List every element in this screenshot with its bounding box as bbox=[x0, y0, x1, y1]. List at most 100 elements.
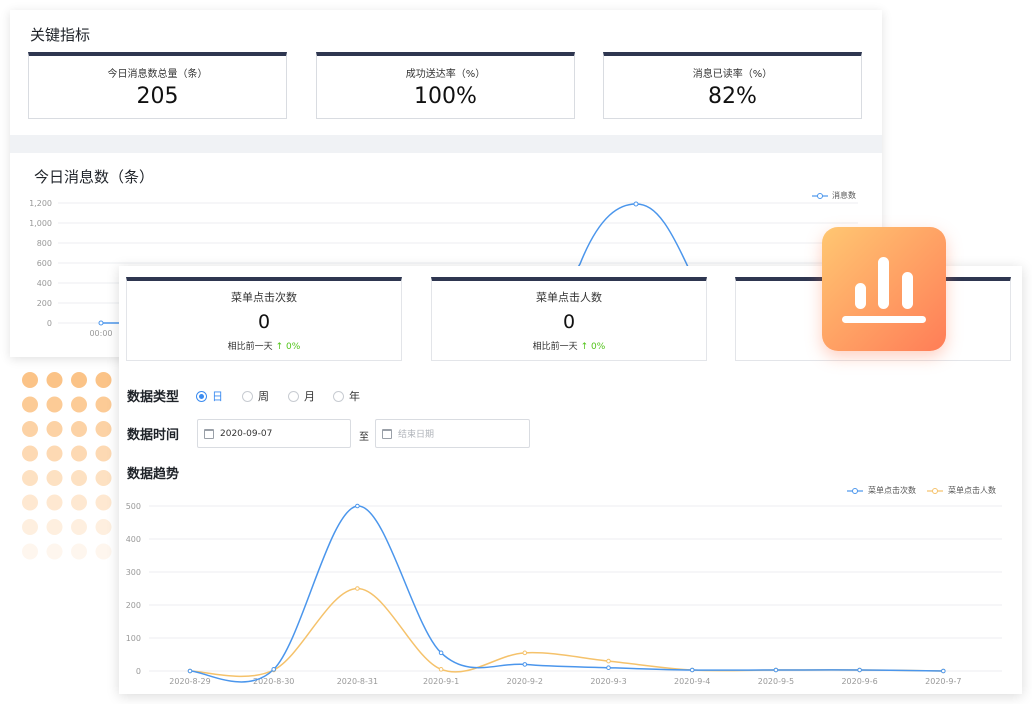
dot bbox=[46, 543, 63, 560]
calendar-icon bbox=[204, 428, 214, 439]
dot bbox=[46, 470, 63, 486]
section-title: 关键指标 bbox=[30, 26, 91, 44]
data-point bbox=[522, 650, 528, 656]
data-point bbox=[857, 667, 862, 673]
dot bbox=[22, 543, 38, 560]
dot bbox=[22, 372, 38, 388]
data-point bbox=[941, 668, 946, 674]
card-label: 菜单点击人数 bbox=[536, 291, 602, 304]
dot bbox=[46, 445, 63, 462]
dot bbox=[46, 519, 63, 535]
data-point bbox=[355, 586, 360, 591]
radio-month[interactable]: 月 bbox=[288, 388, 315, 404]
x-tick-label: 2020-9-3 bbox=[590, 677, 626, 686]
kpi-label: 今日消息数总量（条） bbox=[107, 69, 208, 80]
kpi-section: 关键指标 今日消息数总量（条） 205 成功送达率（%） 100% 消息已读率（… bbox=[10, 10, 882, 135]
compare-value: ↑ 0% bbox=[275, 342, 301, 352]
dot bbox=[71, 519, 87, 535]
card-value: 0 bbox=[257, 311, 271, 333]
data-point bbox=[438, 650, 444, 656]
x-tick-label: 2020-9-1 bbox=[423, 677, 459, 686]
compare-label: 相比前一天 bbox=[227, 342, 273, 352]
start-date-value: 2020-09-07 bbox=[220, 428, 273, 439]
data-point bbox=[187, 668, 193, 674]
data-type-label: 数据类型 bbox=[127, 390, 180, 405]
dot bbox=[71, 470, 87, 486]
data-point bbox=[98, 320, 104, 326]
data-time-label: 数据时间 bbox=[127, 428, 180, 443]
section-divider bbox=[10, 135, 882, 153]
y-tick-label: 1,000 bbox=[29, 219, 52, 228]
radio-day[interactable]: 日 bbox=[196, 388, 223, 404]
dot bbox=[95, 396, 112, 413]
dot bbox=[71, 372, 87, 388]
card-label: 菜单点击次数 bbox=[231, 291, 297, 304]
data-point bbox=[271, 667, 277, 672]
card-compare: 相比前一天 ↑ 0% bbox=[127, 339, 401, 352]
x-tick-label: 2020-8-31 bbox=[337, 677, 378, 686]
card-value: 0 bbox=[562, 311, 576, 333]
dot bbox=[46, 421, 63, 437]
radio-dot bbox=[288, 390, 299, 402]
dot bbox=[95, 543, 112, 560]
y-tick-label: 200 bbox=[37, 299, 52, 308]
dot bbox=[22, 470, 38, 486]
x-tick-label: 2020-9-7 bbox=[925, 677, 961, 686]
x-tick-label: 2020-9-2 bbox=[507, 677, 543, 686]
compare-label: 相比前一天 bbox=[532, 342, 578, 352]
end-date-input[interactable]: 结束日期 bbox=[375, 419, 530, 448]
radio-year[interactable]: 年 bbox=[333, 388, 360, 404]
radio-label: 月 bbox=[304, 390, 315, 403]
dot bbox=[95, 445, 112, 462]
dot bbox=[95, 519, 112, 535]
data-point bbox=[773, 667, 779, 673]
calendar-icon bbox=[382, 428, 392, 439]
x-tick-label: 00:00 bbox=[89, 329, 112, 338]
kpi-card-delivery-rate: 成功送达率（%） 100% bbox=[316, 52, 575, 119]
data-point bbox=[606, 665, 611, 670]
card-compare: 相比前一天 ↑ 0% bbox=[432, 339, 706, 352]
kpi-label: 消息已读率（%） bbox=[692, 69, 773, 80]
radio-week[interactable]: 周 bbox=[242, 388, 269, 404]
y-tick-label: 0 bbox=[47, 319, 52, 328]
chart-app-icon bbox=[822, 227, 946, 351]
radio-label: 周 bbox=[258, 390, 269, 403]
dot bbox=[95, 421, 112, 437]
dot bbox=[95, 372, 112, 388]
y-tick-label: 400 bbox=[126, 535, 141, 544]
y-tick-label: 200 bbox=[126, 601, 141, 610]
trend-line-chart: 01002003004005002020-8-29 2020-8-30 2020-8… bbox=[126, 502, 1002, 686]
x-tick-label: 2020-9-5 bbox=[758, 677, 794, 686]
dot bbox=[22, 421, 38, 437]
end-date-placeholder: 结束日期 bbox=[398, 430, 435, 440]
kpi-value: 82% bbox=[708, 84, 757, 109]
chart-title: 今日消息数（条） bbox=[34, 168, 155, 186]
dot bbox=[22, 396, 38, 413]
dot bbox=[22, 519, 38, 535]
x-tick-label: 2020-9-4 bbox=[674, 677, 710, 686]
data-point bbox=[606, 658, 611, 664]
y-tick-label: 500 bbox=[126, 502, 141, 511]
date-range-separator: 至 bbox=[359, 432, 369, 443]
y-tick-label: 800 bbox=[37, 239, 52, 248]
start-date-input[interactable]: 2020-09-07 bbox=[197, 419, 351, 448]
menu-clicks-card: 菜单点击次数 0 相比前一天 ↑ 0% bbox=[126, 277, 402, 361]
y-tick-label: 1,200 bbox=[29, 199, 52, 208]
dot bbox=[71, 445, 87, 462]
bar-chart-icon bbox=[842, 257, 926, 323]
x-tick-label: 2020-9-6 bbox=[841, 677, 877, 686]
compare-value: ↑ 0% bbox=[580, 342, 606, 352]
series-line-1 bbox=[189, 587, 944, 678]
dot-pattern-decoration bbox=[22, 372, 112, 560]
kpi-value: 205 bbox=[136, 84, 179, 109]
radio-label: 年 bbox=[349, 390, 360, 403]
dot bbox=[95, 470, 112, 486]
dot bbox=[71, 421, 87, 437]
radio-dot bbox=[242, 390, 253, 402]
data-point bbox=[355, 503, 360, 509]
dot bbox=[71, 396, 87, 413]
y-tick-label: 600 bbox=[37, 259, 52, 268]
dot bbox=[22, 445, 38, 462]
y-tick-label: 300 bbox=[126, 568, 141, 577]
data-point-peak bbox=[633, 201, 639, 207]
